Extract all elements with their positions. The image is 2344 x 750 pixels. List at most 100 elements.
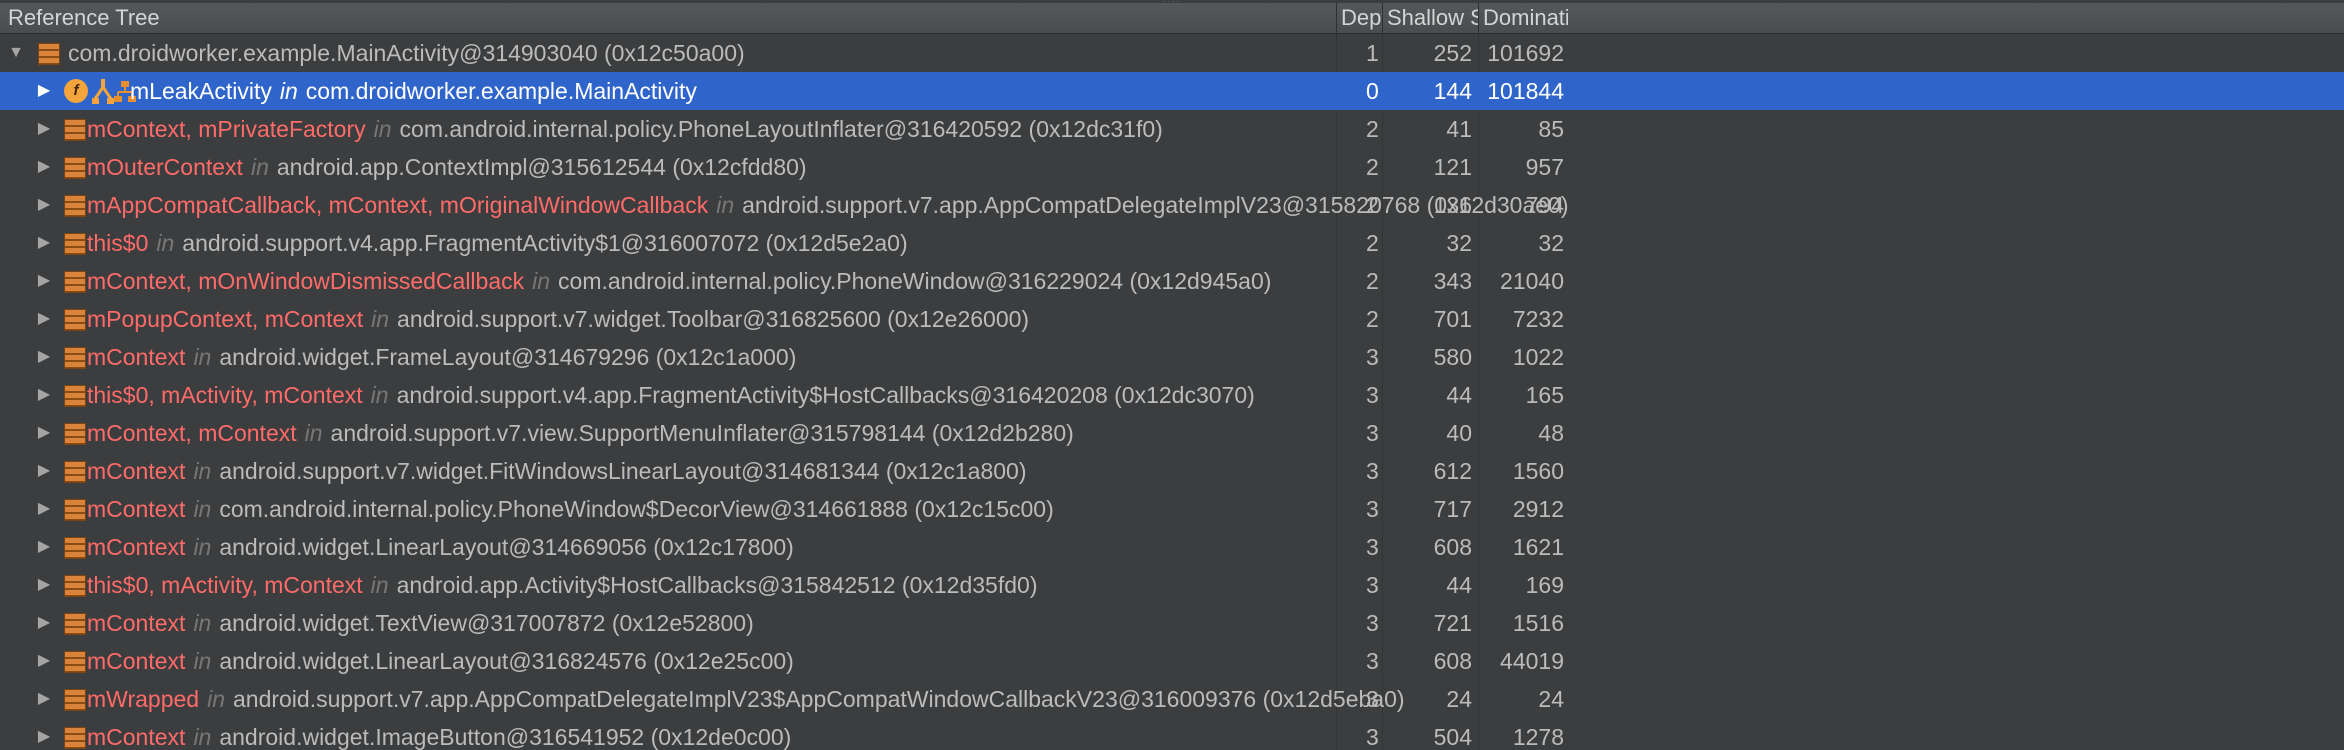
tree-row[interactable]: ▶ mOuterContext in android.app.ContextImpl… (0, 148, 2344, 186)
class-name: android.support.v7.view.SupportMenuInfla… (330, 420, 1074, 446)
chevron-right-icon[interactable]: ▶ (34, 414, 54, 452)
chevron-right-icon[interactable]: ▶ (34, 262, 54, 300)
class-name: android.widget.LinearLayout@316824576 (0… (219, 648, 794, 674)
tree-row[interactable]: ▶ mContext in android.widget.FrameLayout@3… (0, 338, 2344, 376)
dominating-size-value: 1560 (1512, 458, 1564, 484)
header-depth[interactable]: Depth (1336, 3, 1382, 33)
chevron-down-icon[interactable]: ▼ (6, 34, 26, 72)
row-label: mContext, mContext in android.support.v7.v… (87, 414, 1074, 452)
class-name: android.support.v7.widget.FitWindowsLine… (219, 458, 1027, 484)
shallow-size-value: 44 (1446, 572, 1472, 598)
chevron-right-icon[interactable]: ▶ (34, 110, 54, 148)
tree-row[interactable]: ▶ mContext in com.android.internal.policy.… (0, 490, 2344, 528)
reference-fields: this$0, mActivity, mContext (87, 572, 363, 598)
row-label: mAppCompatCallback, mContext, mOriginalW… (87, 186, 1569, 224)
chevron-right-icon[interactable]: ▶ (34, 566, 54, 604)
class-name: android.support.v4.app.FragmentActivity$… (182, 230, 908, 256)
in-keyword: in (207, 686, 225, 712)
field-icon: f (64, 79, 88, 103)
tree-row[interactable]: ▶ this$0, mActivity, mContext in android.a… (0, 566, 2344, 604)
chevron-right-icon[interactable]: ▶ (34, 490, 54, 528)
tree-row[interactable]: ▶ mWrapped in android.support.v7.app.AppCo… (0, 680, 2344, 718)
dominating-size-value: 1621 (1512, 534, 1564, 560)
in-keyword: in (532, 268, 551, 294)
class-name: android.widget.LinearLayout@314669056 (0… (219, 534, 794, 560)
header-reference-tree[interactable]: Reference Tree (0, 3, 1336, 33)
class-name: com.droidworker.example.MainActivity (305, 78, 697, 104)
row-label: mContext, mPrivateFactory in com.android.i… (87, 110, 1163, 148)
in-keyword: in (193, 610, 212, 636)
object-icon (64, 119, 86, 141)
tree-row[interactable]: ▶ this$0 in android.support.v4.app.Fragmen… (0, 224, 2344, 262)
tree-row-selected[interactable]: ▶ f mLeakActivity in com.droidworker.examp… (0, 72, 2344, 110)
chevron-right-icon[interactable]: ▶ (34, 680, 54, 718)
tree-row[interactable]: ▶ mContext in android.widget.ImageButton@3… (0, 718, 2344, 750)
chevron-right-icon[interactable]: ▶ (34, 528, 54, 566)
object-icon (64, 499, 86, 521)
reference-fields: mContext (87, 610, 186, 636)
object-icon (64, 575, 86, 597)
chevron-right-icon[interactable]: ▶ (34, 642, 54, 680)
reference-tree: ▼ com.droidworker.example.MainActivity@3… (0, 34, 2344, 750)
shallow-size-value: 40 (1446, 420, 1472, 446)
in-keyword: in (304, 420, 323, 446)
chevron-right-icon[interactable]: ▶ (34, 376, 54, 414)
reference-fields: mAppCompatCallback, mContext, mOriginalW… (87, 192, 709, 218)
class-name: android.support.v4.app.FragmentActivity$… (396, 382, 1255, 408)
tree-row[interactable]: ▶ mContext in android.widget.TextView@3170… (0, 604, 2344, 642)
object-icon (64, 537, 86, 559)
dominating-size-value: 794 (1525, 192, 1564, 218)
tree-row[interactable]: ▶ mContext, mContext in android.support.v7… (0, 414, 2344, 452)
selected-row-label: mLeakActivity in com.droidworker.example.M… (130, 72, 697, 110)
in-keyword: in (279, 78, 298, 104)
tree-row[interactable]: ▶ mContext in android.widget.LinearLayout@… (0, 528, 2344, 566)
shallow-size-value: 121 (1433, 154, 1472, 180)
tree-row[interactable]: ▶ mContext, mPrivateFactory in com.android… (0, 110, 2344, 148)
tree-row[interactable]: ▶ mPopupContext, mContext in android.suppo… (0, 300, 2344, 338)
row-label: mWrapped in android.support.v7.app.AppComp… (87, 680, 1405, 718)
chevron-right-icon[interactable]: ▶ (34, 338, 54, 376)
class-name: android.support.v7.widget.Toolbar@316825… (397, 306, 1030, 332)
chevron-right-icon[interactable]: ▶ (34, 148, 54, 186)
shallow-size-value: 721 (1433, 610, 1472, 636)
chevron-right-icon[interactable]: ▶ (34, 186, 54, 224)
header-dominating-size[interactable]: Dominatin... (1478, 3, 1568, 33)
header-shallow-size[interactable]: Shallow Size (1382, 3, 1478, 33)
in-keyword: in (193, 648, 212, 674)
dominating-size-value: 1278 (1512, 724, 1564, 750)
reference-fields: mContext (87, 724, 186, 750)
row-label: mContext in android.widget.LinearLayout@31… (87, 642, 794, 680)
in-keyword: in (193, 724, 212, 750)
tree-row[interactable]: ▶ mContext in android.support.v7.widget.Fi… (0, 452, 2344, 490)
tree-row[interactable]: ▶ this$0, mActivity, mContext in android.s… (0, 376, 2344, 414)
object-icon (64, 423, 86, 445)
tree-row[interactable]: ▶ mAppCompatCallback, mContext, mOrigina… (0, 186, 2344, 224)
row-label: mContext in android.widget.FrameLayout@314… (87, 338, 796, 376)
tree-row[interactable]: ▶ mContext, mOnWindowDismissedCallback in… (0, 262, 2344, 300)
class-name: com.android.internal.policy.PhoneWindow@… (558, 268, 1272, 294)
chevron-right-icon[interactable]: ▶ (34, 72, 54, 110)
in-keyword: in (193, 458, 212, 484)
chevron-right-icon[interactable]: ▶ (34, 452, 54, 490)
tree-row-root[interactable]: ▼ com.droidworker.example.MainActivity@3… (0, 34, 2344, 72)
root-label: com.droidworker.example.MainActivity@314… (68, 40, 745, 66)
class-name: com.android.internal.policy.PhoneWindow$… (219, 496, 1054, 522)
reference-fields: this$0, mActivity, mContext (87, 382, 363, 408)
chevron-right-icon[interactable]: ▶ (34, 604, 54, 642)
dominating-size-value: 7232 (1512, 306, 1564, 332)
object-icon (64, 309, 86, 331)
reference-fields: mOuterContext (87, 154, 243, 180)
reference-fields: this$0 (87, 230, 149, 256)
row-label: mContext in android.widget.TextView@317007… (87, 604, 754, 642)
chevron-right-icon[interactable]: ▶ (34, 300, 54, 338)
chevron-right-icon[interactable]: ▶ (34, 718, 54, 750)
shallow-size-value: 701 (1433, 306, 1472, 332)
gc-root-icon (92, 79, 114, 104)
dominating-size-value: 24 (1538, 686, 1564, 712)
row-label: mContext in android.widget.ImageButton@316… (87, 718, 791, 750)
tree-row[interactable]: ▶ mContext in android.widget.LinearLayout@… (0, 642, 2344, 680)
chevron-right-icon[interactable]: ▶ (34, 224, 54, 262)
in-keyword: in (193, 344, 212, 370)
dominating-size-value: 1022 (1512, 344, 1564, 370)
in-keyword: in (193, 534, 212, 560)
